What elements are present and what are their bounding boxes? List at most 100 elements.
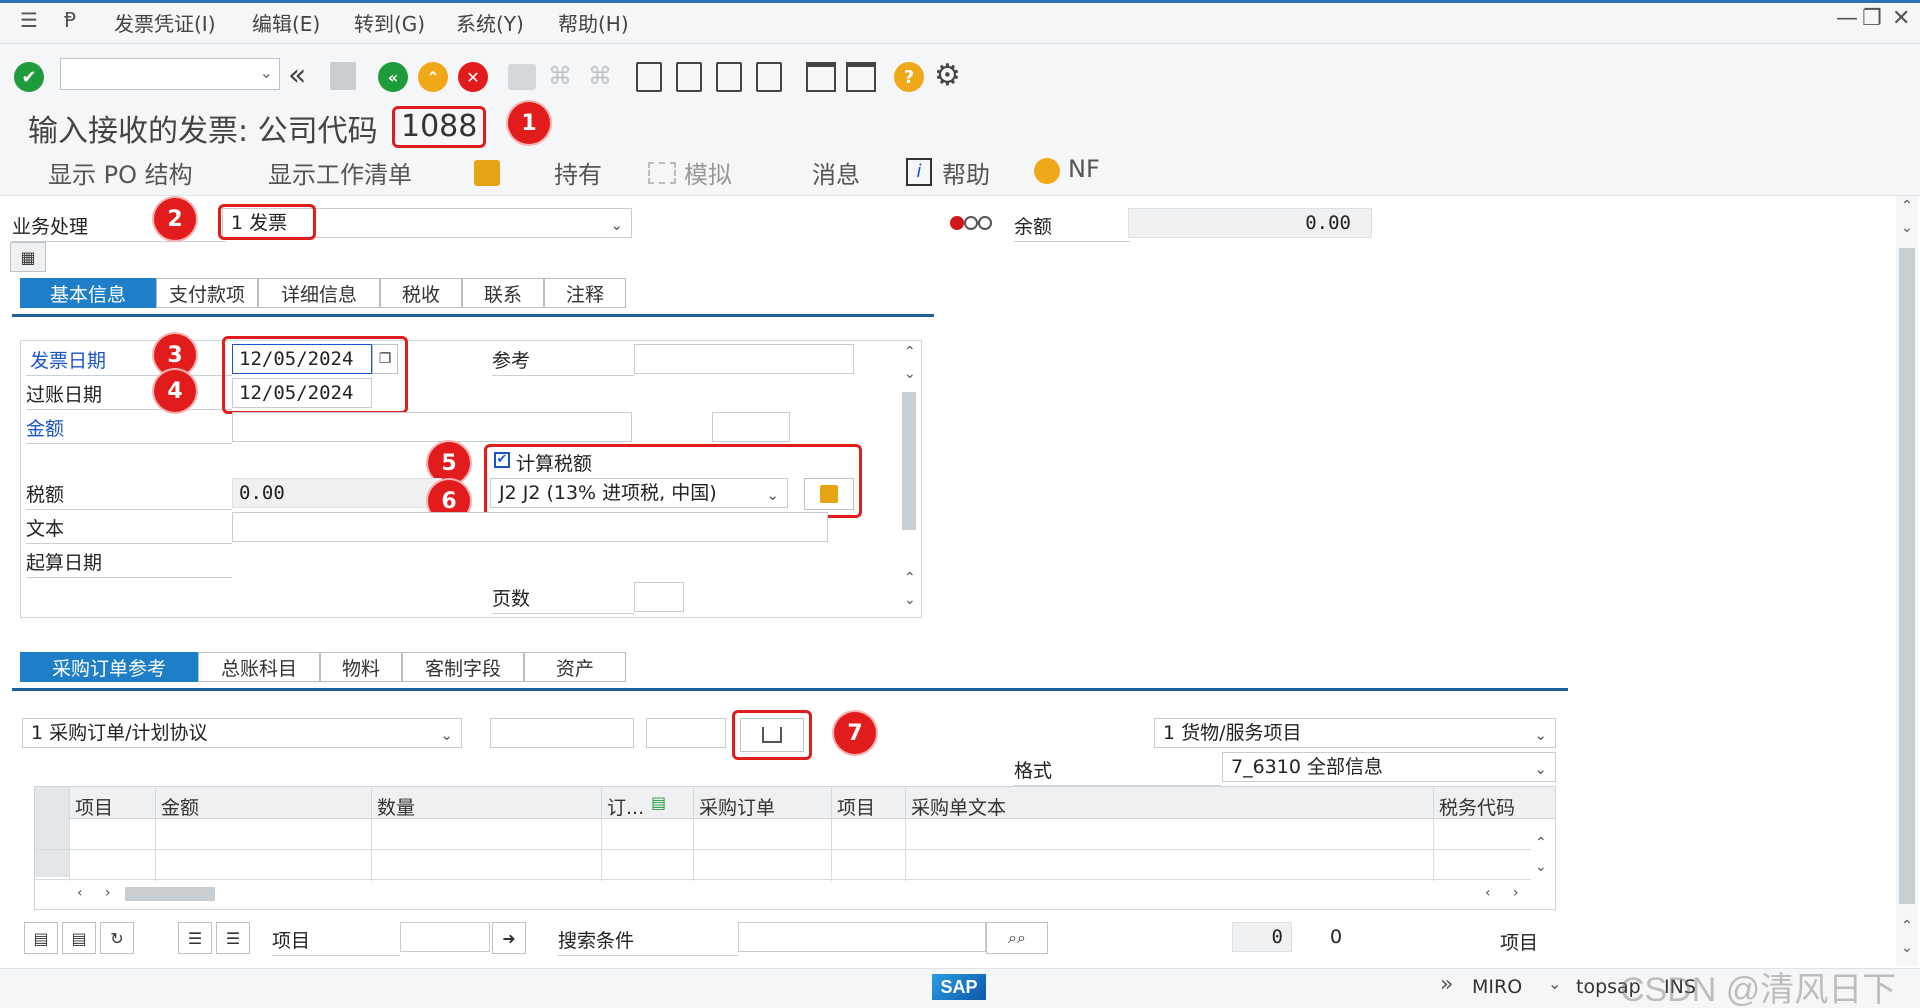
col-po-item[interactable]: 项目 — [837, 793, 875, 820]
menu-edit[interactable]: 编辑(E) — [252, 8, 320, 37]
item-type-select[interactable]: 1 货物/服务项目 ⌄ — [1154, 718, 1556, 748]
delete-row-icon[interactable]: ☰ — [216, 922, 250, 954]
tab-basic[interactable]: 基本信息 — [20, 278, 156, 308]
text-input[interactable] — [232, 512, 828, 542]
format-select[interactable]: 7_6310 全部信息 ⌄ — [1222, 752, 1556, 782]
tab-material[interactable]: 物料 — [320, 652, 402, 682]
shortcut-icon[interactable] — [846, 62, 876, 92]
grid-scroll-right-icon[interactable]: › — [1513, 885, 1519, 901]
transaction-icon[interactable]: Ᵽ — [64, 8, 76, 32]
main-scroll-down-icon[interactable]: ⌄ — [1901, 940, 1913, 956]
highlight-box-5-6 — [484, 444, 862, 518]
amount-input[interactable] — [232, 412, 632, 442]
status-expand-icon[interactable]: » — [1440, 972, 1453, 997]
grid-hscroll-thumb[interactable] — [125, 887, 215, 901]
help-icon[interactable]: ? — [894, 62, 924, 92]
print-icon[interactable] — [508, 64, 536, 90]
highlight-box-3-4 — [222, 336, 408, 414]
main-scroll-thumb[interactable] — [1899, 248, 1915, 904]
settings-gear-icon[interactable]: ⚙ — [934, 58, 961, 93]
tab-details[interactable]: 详细信息 — [258, 278, 380, 308]
panel-scrollbar[interactable]: ⌃ ⌄ ⌃ ⌄ — [900, 344, 918, 614]
tab-gl-account[interactable]: 总账科目 — [198, 652, 320, 682]
tab-custom-fields[interactable]: 客制字段 — [402, 652, 524, 682]
main-scroll-up-icon[interactable]: ⌃ — [1901, 198, 1913, 214]
last-page-icon[interactable] — [756, 62, 782, 92]
messages-button[interactable]: 消息 — [812, 155, 860, 190]
grid-scroll-left-icon[interactable]: ‹ — [1485, 885, 1491, 901]
col-order-unit[interactable]: 订... — [607, 793, 644, 820]
show-worklist-button[interactable]: 显示工作清单 — [268, 155, 412, 190]
col-purchase-order[interactable]: 采购订单 — [699, 793, 775, 820]
insert-row-icon[interactable]: ☰ — [178, 922, 212, 954]
exit-icon[interactable]: ⌃ — [418, 62, 448, 92]
restore-icon[interactable]: ❐ — [1862, 6, 1882, 31]
deselect-all-icon[interactable]: ▤ — [62, 922, 96, 954]
col-tax-code[interactable]: 税务代码 — [1439, 793, 1515, 820]
menu-system[interactable]: 系统(Y) — [456, 8, 524, 37]
scroll-up-icon[interactable]: ⌃ — [904, 570, 916, 586]
command-field[interactable]: ⌄ — [60, 58, 280, 90]
main-scroll-up-icon[interactable]: ⌃ — [1901, 918, 1913, 934]
simulate-button[interactable]: 模拟 — [684, 155, 732, 190]
column-settings-icon[interactable]: ▤ — [651, 793, 666, 812]
reference-input[interactable] — [634, 344, 854, 374]
help-button[interactable]: 帮助 — [942, 155, 990, 190]
nf-button[interactable]: NF — [1068, 155, 1100, 183]
col-quantity[interactable]: 数量 — [377, 793, 415, 820]
hold-button[interactable]: 持有 — [554, 155, 602, 190]
scroll-down-icon[interactable]: ⌄ — [904, 366, 916, 382]
item-input[interactable] — [400, 922, 490, 952]
close-window-icon[interactable]: ✕ — [1892, 6, 1910, 31]
show-po-structure-button[interactable]: 显示 PO 结构 — [48, 155, 193, 190]
col-amount[interactable]: 金额 — [161, 793, 199, 820]
grid-scroll-left-icon[interactable]: ‹ — [77, 885, 83, 901]
po-item-input[interactable] — [646, 718, 726, 748]
create-session-icon[interactable] — [806, 62, 836, 92]
col-item[interactable]: 项目 — [75, 793, 113, 820]
search-button[interactable]: ⌕⌕ — [986, 922, 1048, 954]
grid-scroll-up-icon[interactable]: ⌃ — [1535, 835, 1547, 851]
menu-help[interactable]: 帮助(H) — [558, 8, 629, 37]
tab-po-reference[interactable]: 采购订单参考 — [20, 652, 198, 682]
next-page-icon[interactable] — [716, 62, 742, 92]
cancel-icon[interactable]: ✕ — [458, 62, 488, 92]
watermark: CSDN @清风日下 — [1620, 971, 1897, 1008]
menu-invoice[interactable]: 发票凭证(I) — [114, 8, 216, 37]
reference-type-select[interactable]: 1 采购订单/计划协议 ⌄ — [22, 718, 462, 748]
grid-scroll-right-icon[interactable]: › — [105, 885, 111, 901]
main-scroll-down-icon[interactable]: ⌄ — [1901, 220, 1913, 236]
first-page-icon[interactable] — [636, 62, 662, 92]
menu-icon[interactable]: ☰ — [20, 8, 38, 32]
save-icon[interactable] — [330, 62, 356, 90]
tcode-dropdown-icon[interactable]: ⌄ — [1548, 974, 1561, 993]
tab-assets[interactable]: 资产 — [524, 652, 626, 682]
previous-page-icon[interactable] — [676, 62, 702, 92]
find-icon[interactable]: ⌘ — [548, 62, 572, 90]
currency-input[interactable] — [712, 412, 790, 442]
main-scrollbar[interactable]: ⌃ ⌄ ⌃ ⌄ — [1896, 196, 1918, 966]
grid-scroll-down-icon[interactable]: ⌄ — [1535, 859, 1547, 875]
back-icon[interactable]: « — [378, 62, 408, 92]
double-left-icon[interactable]: « — [288, 58, 306, 93]
pages-input[interactable] — [634, 582, 684, 612]
tab-tax[interactable]: 税收 — [380, 278, 462, 308]
tab-contact[interactable]: 联系 — [462, 278, 544, 308]
col-po-text[interactable]: 采购单文本 — [911, 793, 1006, 820]
goto-item-icon[interactable]: ➜ — [492, 922, 526, 954]
tab-payment[interactable]: 支付款项 — [156, 278, 258, 308]
scroll-down-icon[interactable]: ⌄ — [904, 592, 916, 608]
scroll-up-icon[interactable]: ⌃ — [904, 344, 916, 360]
tab-note[interactable]: 注释 — [544, 278, 626, 308]
search-input[interactable] — [738, 922, 986, 952]
find-next-icon[interactable]: ⌘ — [588, 62, 612, 90]
select-all-icon[interactable]: ▤ — [24, 922, 58, 954]
row-selector-column[interactable] — [35, 787, 69, 877]
enter-check-icon[interactable]: ✔ — [14, 62, 44, 92]
scroll-thumb[interactable] — [902, 392, 916, 530]
menu-goto[interactable]: 转到(G) — [354, 8, 425, 37]
screen-variant-icon[interactable]: ▦ — [10, 242, 46, 272]
po-number-input[interactable] — [490, 718, 634, 748]
refresh-icon[interactable]: ↻ — [100, 922, 134, 954]
minimize-icon[interactable]: — — [1836, 6, 1858, 31]
